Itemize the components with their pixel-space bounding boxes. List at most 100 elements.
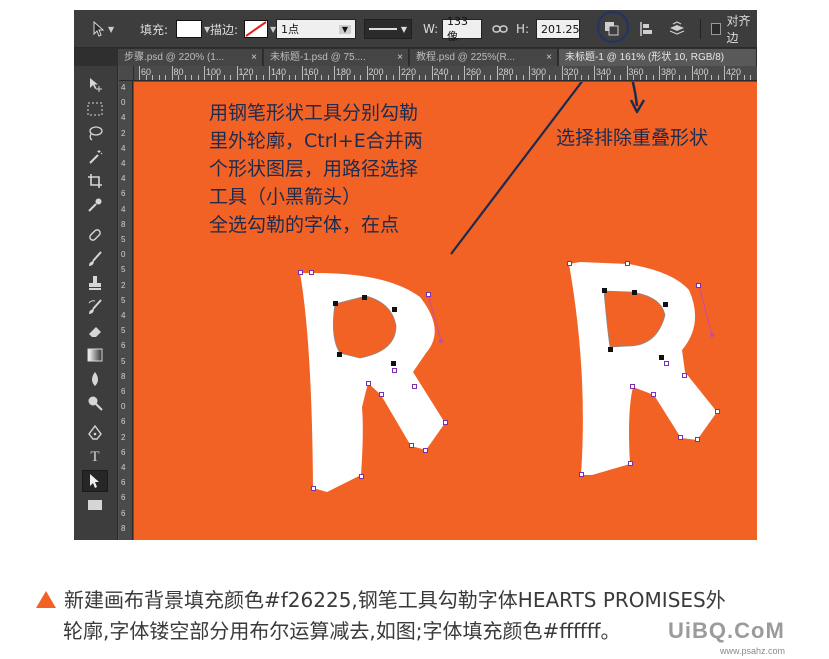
ruler-label: 6 (121, 447, 126, 457)
ruler-tick (152, 75, 153, 80)
ruler-tick (444, 75, 446, 80)
ruler-tick (236, 66, 238, 80)
pen-icon (88, 425, 102, 440)
ruler-tick (594, 66, 595, 80)
ruler-label: 6 (121, 493, 126, 503)
ruler-tick (516, 75, 517, 80)
ruler-tick (620, 75, 621, 80)
ruler-label: 5 (121, 356, 126, 366)
path-selection-tool[interactable] (82, 470, 108, 492)
ruler-tick (652, 75, 654, 80)
tab-untitled-75[interactable]: 未标题-1.psd @ 75.... × (264, 49, 409, 66)
bandage-icon (89, 229, 101, 241)
type-tool[interactable]: T (82, 446, 108, 468)
tools-panel: T (74, 66, 118, 540)
crop-icon (88, 174, 102, 188)
ruler-label: 4 (121, 204, 126, 214)
rectangle-marquee-icon (87, 102, 103, 116)
eyedropper-icon (88, 198, 102, 212)
ruler-tick (639, 75, 641, 80)
ruler-tick (691, 66, 693, 80)
arrow-cursor-icon (93, 21, 105, 37)
ruler-label: 4 (121, 463, 126, 472)
link-icon[interactable] (492, 23, 508, 35)
pen-tool[interactable] (82, 422, 108, 444)
ruler-tick (301, 66, 303, 80)
eraser-tool[interactable] (82, 320, 108, 342)
tab-untitled-161[interactable]: 未标题-1 @ 161% (形状 10, RGB/8) (559, 49, 757, 66)
annotation-line: 工具（小黑箭头） (209, 186, 362, 208)
ruler-tick (607, 75, 608, 80)
ruler-label: 0 (121, 402, 126, 412)
annotation-line: 全选勾勒的字体，在点 (209, 214, 400, 236)
ruler-label: 340 (596, 67, 612, 77)
ruler-tick (249, 75, 251, 80)
ruler-tick (308, 75, 309, 80)
ruler-tick (509, 75, 511, 80)
clone-stamp-tool[interactable] (82, 272, 108, 294)
ruler-tick (392, 75, 394, 80)
letter-r-shape-right (569, 262, 717, 475)
annotation-line: 里外轮廓，Ctrl+E合并两 (209, 130, 423, 152)
path-selection-tool-preset[interactable]: ▼ (92, 10, 114, 48)
height-field[interactable]: 201.25 (536, 19, 580, 39)
ruler-label: 5 (121, 235, 126, 244)
width-field[interactable]: 133 像 (442, 15, 482, 43)
history-brush-tool[interactable] (82, 296, 108, 318)
ruler-tick (321, 75, 322, 80)
magic-wand-tool[interactable] (82, 146, 108, 168)
path-alignment-button[interactable] (639, 10, 653, 48)
brush-tool[interactable] (82, 248, 108, 270)
crop-tool[interactable] (82, 170, 108, 192)
ruler-tick (217, 75, 218, 80)
caption-line-2: 轮廓,字体镂空部分用布尔运算减去,如图;字体填充颜色#ffffff。 (63, 619, 621, 643)
ruler-tick (353, 75, 355, 80)
ruler-label: 8 (121, 523, 126, 533)
document-canvas[interactable]: 用钢笔形状工具分别勾勒 里外轮廓，Ctrl+E合并两 个形状图层，用路径选择 工… (134, 82, 757, 540)
ruler-tick (542, 75, 543, 80)
path-arrangement-button[interactable] (668, 10, 686, 48)
healing-brush-tool[interactable] (82, 224, 108, 246)
tab-steps[interactable]: 步骤.psd @ 220% (1... × (118, 49, 263, 66)
close-icon[interactable]: × (251, 49, 257, 66)
ruler-tick (730, 75, 732, 80)
blur-tool[interactable] (82, 368, 108, 390)
ruler-label: 5 (121, 265, 126, 275)
dodge-icon (88, 396, 103, 411)
ruler-tick (386, 75, 387, 80)
fill-swatch[interactable]: ▼ (176, 10, 210, 48)
ruler-tick (282, 75, 283, 80)
rectangle-tool[interactable] (82, 494, 108, 516)
lasso-tool[interactable] (82, 122, 108, 144)
ruler-label: 2 (121, 128, 126, 138)
ruler-label: 380 (661, 67, 677, 77)
caption-line-1: 新建画布背景填充颜色#f26225,钢笔工具勾勒字体HEARTS PROMISE… (64, 588, 726, 612)
close-icon[interactable]: × (397, 49, 403, 66)
height-label: H: (516, 22, 530, 36)
ruler-tick (438, 75, 439, 80)
ruler-tick (204, 66, 205, 80)
ruler-label: 4 (121, 83, 126, 92)
tab-tutorial[interactable]: 教程.psd @ 225%(R... × (410, 49, 558, 66)
move-tool[interactable] (82, 74, 108, 96)
eyedropper-tool[interactable] (82, 194, 108, 216)
ruler-label: 220 (401, 67, 417, 77)
black-arrow-icon (90, 474, 99, 488)
highlight-circle (597, 11, 629, 43)
align-edges-checkbox[interactable]: 对齐边 (711, 10, 757, 48)
dodge-tool[interactable] (82, 392, 108, 414)
stroke-type-dropdown[interactable]: ▼ (364, 19, 412, 39)
marquee-tool[interactable] (82, 98, 108, 120)
ruler-label: 320 (563, 67, 579, 77)
close-icon[interactable]: × (546, 49, 552, 66)
annotation-instructions: 用钢笔形状工具分别勾勒 里外轮廓，Ctrl+E合并两 个形状图层，用路径选择 工… (209, 99, 479, 239)
ruler-tick (165, 75, 166, 80)
gradient-tool[interactable] (82, 344, 108, 366)
ruler-tick (451, 75, 452, 80)
ruler-label: 120 (238, 67, 254, 77)
ruler-tick (399, 66, 400, 80)
ruler-tick (581, 75, 582, 80)
ruler-tick (178, 75, 179, 80)
stroke-width-field[interactable]: 1点 ▼ (276, 19, 356, 39)
stroke-swatch[interactable]: ▼ (244, 10, 276, 48)
